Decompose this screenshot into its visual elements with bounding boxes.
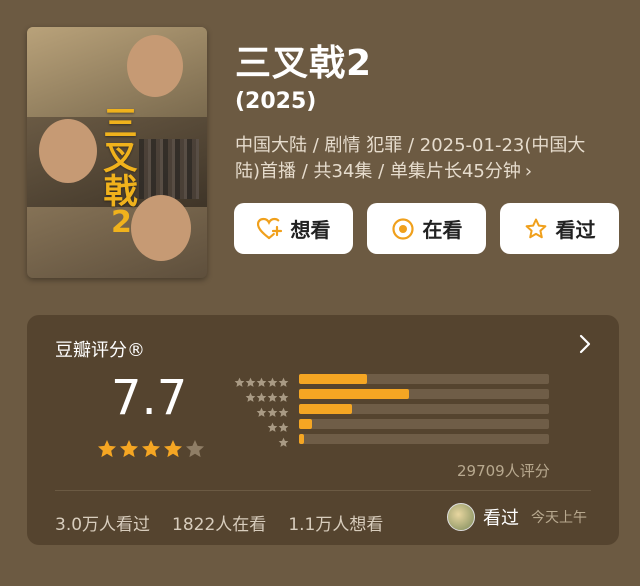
show-year: (2025) bbox=[235, 89, 317, 114]
poster-image[interactable]: 三叉戟 2 bbox=[27, 27, 207, 278]
rating-bar-fill bbox=[299, 389, 409, 399]
star-small-icon bbox=[256, 377, 267, 387]
rating-row-3-stars bbox=[223, 403, 553, 417]
target-icon bbox=[391, 217, 414, 240]
rating-bar-fill bbox=[299, 419, 312, 429]
star-small-icon bbox=[278, 422, 289, 432]
star-small-icon bbox=[278, 407, 289, 417]
star-small-icon bbox=[278, 377, 289, 387]
rating-card[interactable]: 豆瓣评分® 7.7 29709人评分 3.0万人看过 1822人在看 1.1万人… bbox=[27, 315, 619, 545]
rating-bar-track bbox=[299, 404, 549, 414]
star-filled-icon bbox=[142, 440, 160, 458]
watching-button[interactable]: 在看 bbox=[367, 203, 486, 254]
star-small-icon bbox=[267, 377, 278, 387]
star-filled-icon bbox=[98, 440, 116, 458]
rating-bar-fill bbox=[299, 404, 352, 414]
star-empty-icon bbox=[186, 440, 204, 458]
divider bbox=[55, 490, 591, 491]
rating-stars bbox=[97, 439, 205, 459]
chevron-right-icon: › bbox=[524, 161, 533, 182]
rating-bar-track bbox=[299, 374, 549, 384]
star-small-icon bbox=[267, 422, 278, 432]
want-count[interactable]: 1.1万人想看 bbox=[288, 510, 383, 535]
poster-face bbox=[131, 195, 191, 261]
row-stars bbox=[278, 433, 289, 452]
stats-row: 3.0万人看过 1822人在看 1.1万人想看 bbox=[55, 510, 383, 535]
star-filled-icon bbox=[120, 440, 138, 458]
show-meta-text: 中国大陆 / 剧情 犯罪 / 2025-01-23(中国大陆)首播 / 共34集… bbox=[235, 135, 586, 182]
rating-bar-track bbox=[299, 419, 549, 429]
poster-face bbox=[39, 119, 97, 183]
avatar bbox=[447, 503, 475, 531]
friend-time: 今天上午 bbox=[531, 510, 587, 526]
star-small-icon bbox=[278, 437, 289, 447]
show-meta[interactable]: 中国大陆 / 剧情 犯罪 / 2025-01-23(中国大陆)首播 / 共34集… bbox=[235, 133, 605, 185]
star-small-icon bbox=[267, 392, 278, 402]
friend-activity[interactable]: 看过 今天上午 bbox=[447, 503, 587, 531]
rating-score: 7.7 bbox=[111, 370, 188, 426]
star-small-icon bbox=[256, 407, 267, 417]
rating-bar-fill bbox=[299, 374, 367, 384]
poster-bookshelf bbox=[139, 139, 199, 199]
star-small-icon bbox=[267, 407, 278, 417]
watched-button[interactable]: 看过 bbox=[500, 203, 619, 254]
star-outline-icon bbox=[525, 218, 546, 238]
star-small-icon bbox=[245, 377, 256, 387]
show-title: 三叉戟2 bbox=[235, 43, 373, 84]
rating-label: 豆瓣评分® bbox=[55, 340, 145, 361]
rating-bar-track bbox=[299, 389, 549, 399]
watched-count[interactable]: 3.0万人看过 bbox=[55, 510, 150, 535]
rating-row-5-stars bbox=[223, 373, 553, 387]
watching-count[interactable]: 1822人在看 bbox=[172, 510, 266, 535]
star-small-icon bbox=[234, 377, 245, 387]
star-small-icon bbox=[278, 392, 289, 402]
watching-button-label: 在看 bbox=[422, 218, 463, 242]
rating-bar-track bbox=[299, 434, 549, 444]
rating-row-2-stars bbox=[223, 418, 553, 432]
rating-bar-fill bbox=[299, 434, 304, 444]
poster-face bbox=[127, 35, 183, 97]
poster-title: 三叉戟 bbox=[97, 105, 137, 207]
heart-plus-icon bbox=[256, 217, 282, 239]
star-filled-icon bbox=[164, 440, 182, 458]
friend-action: 看过 bbox=[483, 508, 519, 529]
rating-row-1-stars bbox=[223, 433, 553, 447]
rating-row-4-stars bbox=[223, 388, 553, 402]
watched-button-label: 看过 bbox=[555, 218, 596, 242]
want-button-label: 想看 bbox=[290, 218, 331, 242]
want-button[interactable]: 想看 bbox=[234, 203, 353, 254]
star-small-icon bbox=[245, 392, 256, 402]
chevron-right-icon[interactable] bbox=[577, 333, 593, 355]
rating-count: 29709人评分 bbox=[457, 462, 550, 480]
poster-title-number: 2 bbox=[111, 205, 132, 240]
star-small-icon bbox=[256, 392, 267, 402]
